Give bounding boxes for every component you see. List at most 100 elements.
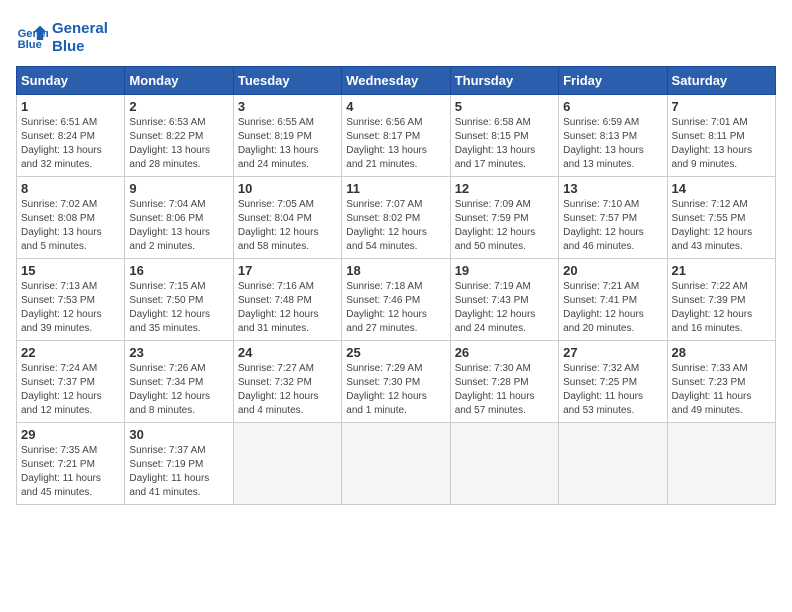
day-info: Sunrise: 7:16 AM Sunset: 7:48 PM Dayligh… — [238, 280, 337, 336]
day-number: 27 — [563, 345, 662, 360]
header: General Blue GeneralBlue — [16, 16, 776, 56]
day-number: 7 — [672, 99, 771, 114]
calendar-cell: 30 Sunrise: 7:37 AM Sunset: 7:19 PM Dayli… — [125, 423, 233, 505]
day-number: 1 — [21, 99, 120, 114]
week-row-5: 29 Sunrise: 7:35 AM Sunset: 7:21 PM Dayli… — [17, 423, 776, 505]
day-number: 8 — [21, 181, 120, 196]
day-info: Sunrise: 7:01 AM Sunset: 8:11 PM Dayligh… — [672, 116, 771, 172]
day-number: 6 — [563, 99, 662, 114]
day-number: 19 — [455, 263, 554, 278]
logo-icon: General Blue — [16, 24, 48, 52]
calendar-cell: 13 Sunrise: 7:10 AM Sunset: 7:57 PM Dayli… — [559, 177, 667, 259]
day-info: Sunrise: 6:51 AM Sunset: 8:24 PM Dayligh… — [21, 116, 120, 172]
day-number: 21 — [672, 263, 771, 278]
week-row-4: 22 Sunrise: 7:24 AM Sunset: 7:37 PM Dayli… — [17, 341, 776, 423]
day-number: 14 — [672, 181, 771, 196]
day-number: 26 — [455, 345, 554, 360]
calendar-cell: 2 Sunrise: 6:53 AM Sunset: 8:22 PM Daylig… — [125, 95, 233, 177]
calendar-cell: 25 Sunrise: 7:29 AM Sunset: 7:30 PM Dayli… — [342, 341, 450, 423]
calendar-cell: 9 Sunrise: 7:04 AM Sunset: 8:06 PM Daylig… — [125, 177, 233, 259]
calendar-cell: 21 Sunrise: 7:22 AM Sunset: 7:39 PM Dayli… — [667, 259, 775, 341]
calendar-cell: 28 Sunrise: 7:33 AM Sunset: 7:23 PM Dayli… — [667, 341, 775, 423]
day-info: Sunrise: 7:09 AM Sunset: 7:59 PM Dayligh… — [455, 198, 554, 254]
day-info: Sunrise: 7:19 AM Sunset: 7:43 PM Dayligh… — [455, 280, 554, 336]
day-number: 2 — [129, 99, 228, 114]
weekday-header-sunday: Sunday — [17, 67, 125, 95]
calendar-cell: 10 Sunrise: 7:05 AM Sunset: 8:04 PM Dayli… — [233, 177, 341, 259]
day-number: 29 — [21, 427, 120, 442]
calendar-cell: 1 Sunrise: 6:51 AM Sunset: 8:24 PM Daylig… — [17, 95, 125, 177]
calendar-cell: 14 Sunrise: 7:12 AM Sunset: 7:55 PM Dayli… — [667, 177, 775, 259]
calendar-cell: 24Sunrise: 7:27 AM Sunset: 7:32 PM Dayli… — [233, 341, 341, 423]
day-info: Sunrise: 7:04 AM Sunset: 8:06 PM Dayligh… — [129, 198, 228, 254]
weekday-header-saturday: Saturday — [667, 67, 775, 95]
day-info: Sunrise: 6:58 AM Sunset: 8:15 PM Dayligh… — [455, 116, 554, 172]
day-info: Sunrise: 7:29 AM Sunset: 7:30 PM Dayligh… — [346, 362, 445, 418]
day-info: Sunrise: 7:05 AM Sunset: 8:04 PM Dayligh… — [238, 198, 337, 254]
day-info: Sunrise: 7:26 AM Sunset: 7:34 PM Dayligh… — [129, 362, 228, 418]
day-info: Sunrise: 7:37 AM Sunset: 7:19 PM Dayligh… — [129, 444, 228, 500]
calendar-cell — [667, 423, 775, 505]
day-number: 30 — [129, 427, 228, 442]
day-info: Sunrise: 6:56 AM Sunset: 8:17 PM Dayligh… — [346, 116, 445, 172]
day-info: Sunrise: 6:59 AM Sunset: 8:13 PM Dayligh… — [563, 116, 662, 172]
day-info: Sunrise: 7:10 AM Sunset: 7:57 PM Dayligh… — [563, 198, 662, 254]
day-number: 13 — [563, 181, 662, 196]
calendar-cell: 15 Sunrise: 7:13 AM Sunset: 7:53 PM Dayli… — [17, 259, 125, 341]
logo-text: GeneralBlue — [52, 20, 108, 56]
day-number: 9 — [129, 181, 228, 196]
logo: General Blue GeneralBlue — [16, 20, 108, 56]
day-number: 16 — [129, 263, 228, 278]
weekday-header-friday: Friday — [559, 67, 667, 95]
calendar-cell — [342, 423, 450, 505]
day-info: Sunrise: 7:24 AM Sunset: 7:37 PM Dayligh… — [21, 362, 120, 418]
calendar-cell — [233, 423, 341, 505]
day-number: 5 — [455, 99, 554, 114]
calendar-cell: 27 Sunrise: 7:32 AM Sunset: 7:25 PM Dayli… — [559, 341, 667, 423]
weekday-header-monday: Monday — [125, 67, 233, 95]
day-info: Sunrise: 7:21 AM Sunset: 7:41 PM Dayligh… — [563, 280, 662, 336]
day-number: 11 — [346, 181, 445, 196]
day-info: Sunrise: 7:35 AM Sunset: 7:21 PM Dayligh… — [21, 444, 120, 500]
day-info: Sunrise: 7:07 AM Sunset: 8:02 PM Dayligh… — [346, 198, 445, 254]
calendar-cell: 3 Sunrise: 6:55 AM Sunset: 8:19 PM Daylig… — [233, 95, 341, 177]
day-number: 10 — [238, 181, 337, 196]
calendar-table: SundayMondayTuesdayWednesdayThursdayFrid… — [16, 66, 776, 505]
day-info: Sunrise: 7:22 AM Sunset: 7:39 PM Dayligh… — [672, 280, 771, 336]
calendar-cell: 6 Sunrise: 6:59 AM Sunset: 8:13 PM Daylig… — [559, 95, 667, 177]
day-info: Sunrise: 7:32 AM Sunset: 7:25 PM Dayligh… — [563, 362, 662, 418]
day-number: 3 — [238, 99, 337, 114]
day-number: 20 — [563, 263, 662, 278]
weekday-header-row: SundayMondayTuesdayWednesdayThursdayFrid… — [17, 67, 776, 95]
day-info: Sunrise: 6:53 AM Sunset: 8:22 PM Dayligh… — [129, 116, 228, 172]
day-number: 25 — [346, 345, 445, 360]
day-info: Sunrise: 7:15 AM Sunset: 7:50 PM Dayligh… — [129, 280, 228, 336]
calendar-cell: 18Sunrise: 7:18 AM Sunset: 7:46 PM Dayli… — [342, 259, 450, 341]
day-info: Sunrise: 7:13 AM Sunset: 7:53 PM Dayligh… — [21, 280, 120, 336]
day-info: Sunrise: 7:02 AM Sunset: 8:08 PM Dayligh… — [21, 198, 120, 254]
week-row-3: 15 Sunrise: 7:13 AM Sunset: 7:53 PM Dayli… — [17, 259, 776, 341]
calendar-cell: 29 Sunrise: 7:35 AM Sunset: 7:21 PM Dayli… — [17, 423, 125, 505]
day-number: 28 — [672, 345, 771, 360]
day-info: Sunrise: 7:12 AM Sunset: 7:55 PM Dayligh… — [672, 198, 771, 254]
calendar-cell — [559, 423, 667, 505]
day-number: 24 — [238, 345, 337, 360]
weekday-header-thursday: Thursday — [450, 67, 558, 95]
day-info: Sunrise: 7:33 AM Sunset: 7:23 PM Dayligh… — [672, 362, 771, 418]
calendar-cell: 26 Sunrise: 7:30 AM Sunset: 7:28 PM Dayli… — [450, 341, 558, 423]
week-row-1: 1 Sunrise: 6:51 AM Sunset: 8:24 PM Daylig… — [17, 95, 776, 177]
day-info: Sunrise: 7:30 AM Sunset: 7:28 PM Dayligh… — [455, 362, 554, 418]
calendar-cell: 16 Sunrise: 7:15 AM Sunset: 7:50 PM Dayli… — [125, 259, 233, 341]
day-number: 22 — [21, 345, 120, 360]
svg-text:Blue: Blue — [18, 39, 42, 51]
week-row-2: 8 Sunrise: 7:02 AM Sunset: 8:08 PM Daylig… — [17, 177, 776, 259]
calendar-cell: 20 Sunrise: 7:21 AM Sunset: 7:41 PM Dayli… — [559, 259, 667, 341]
day-info: Sunrise: 7:18 AM Sunset: 7:46 PM Dayligh… — [346, 280, 445, 336]
calendar-cell: 4Sunrise: 6:56 AM Sunset: 8:17 PM Daylig… — [342, 95, 450, 177]
day-info: Sunrise: 6:55 AM Sunset: 8:19 PM Dayligh… — [238, 116, 337, 172]
day-number: 12 — [455, 181, 554, 196]
calendar-cell: 17Sunrise: 7:16 AM Sunset: 7:48 PM Dayli… — [233, 259, 341, 341]
calendar-cell: 11 Sunrise: 7:07 AM Sunset: 8:02 PM Dayli… — [342, 177, 450, 259]
day-number: 15 — [21, 263, 120, 278]
weekday-header-tuesday: Tuesday — [233, 67, 341, 95]
